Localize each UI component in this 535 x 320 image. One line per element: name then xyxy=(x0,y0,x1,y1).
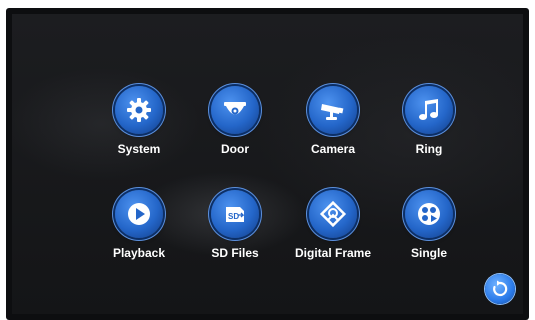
menu-item-label: Door xyxy=(221,142,249,156)
menu-item-playback[interactable]: Playback xyxy=(84,190,194,280)
menu-item-label: System xyxy=(117,142,161,156)
playback-button[interactable] xyxy=(115,190,163,238)
back-button[interactable] xyxy=(485,274,515,304)
menu-item-label: SD Files xyxy=(211,246,259,260)
menu-item-label: Single xyxy=(410,246,447,260)
sd-card-icon: SD xyxy=(226,207,245,222)
menu-item-camera[interactable]: Camera xyxy=(278,86,388,176)
film-reel-icon xyxy=(418,203,440,225)
main-menu-screen: System Door Camera Ring Playback SD SD F… xyxy=(12,14,523,314)
music-note-icon xyxy=(419,99,438,120)
menu-item-single[interactable]: Single xyxy=(374,190,484,280)
photo-frame-icon xyxy=(319,200,347,228)
system-button[interactable] xyxy=(115,86,163,134)
menu-item-label: Digital Frame xyxy=(294,246,372,260)
security-camera-icon xyxy=(321,104,344,120)
dome-camera-icon xyxy=(224,102,246,115)
return-icon xyxy=(493,280,508,297)
menu-item-digital-frame[interactable]: Digital Frame xyxy=(278,190,388,280)
door-button[interactable] xyxy=(211,86,259,134)
sd-files-button[interactable]: SD xyxy=(211,190,259,238)
menu-item-system[interactable]: System xyxy=(84,86,194,176)
device-frame: System Door Camera Ring Playback SD SD F… xyxy=(6,8,529,320)
menu-item-ring[interactable]: Ring xyxy=(374,86,484,176)
menu-item-label: Playback xyxy=(112,246,166,260)
svg-text:SD: SD xyxy=(228,212,239,221)
play-icon xyxy=(128,203,150,225)
menu-item-label: Ring xyxy=(415,142,443,156)
digital-frame-button[interactable] xyxy=(309,190,357,238)
single-button[interactable] xyxy=(405,190,453,238)
menu-item-sd-files[interactable]: SD SD Files xyxy=(180,190,290,280)
camera-button[interactable] xyxy=(309,86,357,134)
menu-item-door[interactable]: Door xyxy=(180,86,290,176)
gear-icon xyxy=(127,98,151,122)
menu-item-label: Camera xyxy=(310,142,356,156)
ring-button[interactable] xyxy=(405,86,453,134)
